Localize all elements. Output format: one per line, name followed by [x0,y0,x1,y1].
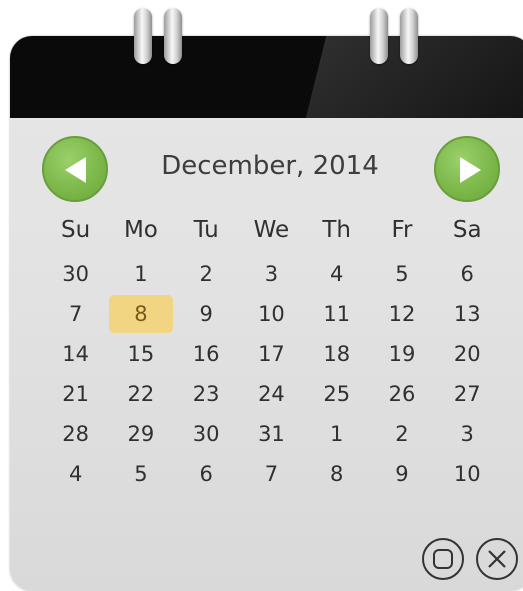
weekday-label: We [253,217,290,243]
triangle-right-icon [460,157,481,183]
day-cell[interactable]: 30 [43,254,108,294]
weekday-label: Su [61,217,91,243]
week-row: 14 15 16 17 18 19 20 [43,334,500,374]
week-row: 28 29 30 31 1 2 3 [43,414,500,454]
day-cell[interactable]: 1 [108,254,173,294]
day-cell[interactable]: 11 [304,294,369,334]
weekday-label: Mo [123,217,158,243]
week-row: 30 1 2 3 4 5 6 [43,254,500,294]
month-title: December, 2014 [161,151,379,181]
today-highlight: 8 [108,295,173,333]
day-cell[interactable]: 6 [174,454,239,494]
day-cell[interactable]: 13 [435,294,500,334]
weekday-label: Fr [391,217,413,243]
day-cell[interactable]: 10 [239,294,304,334]
day-cell[interactable]: 19 [369,334,434,374]
day-cell[interactable]: 17 [239,334,304,374]
day-cell[interactable]: 20 [435,334,500,374]
day-cell[interactable]: 1 [304,414,369,454]
day-cell-today[interactable]: 8 [108,294,173,334]
binder-ring-left-b [164,8,182,64]
calendar-header [10,36,523,118]
day-cell[interactable]: 12 [369,294,434,334]
day-cell[interactable]: 4 [43,454,108,494]
day-cell[interactable]: 25 [304,374,369,414]
weekday-label: Sa [452,217,482,243]
day-cell[interactable]: 16 [174,334,239,374]
day-cell[interactable]: 5 [369,254,434,294]
week-row: 7 8 9 10 11 12 13 [43,294,500,334]
day-cell[interactable]: 3 [239,254,304,294]
day-cell[interactable]: 9 [174,294,239,334]
day-cell[interactable]: 30 [174,414,239,454]
day-cell[interactable]: 28 [43,414,108,454]
restore-icon [433,549,453,569]
restore-button[interactable] [422,538,464,580]
week-row: 21 22 23 24 25 26 27 [43,374,500,414]
day-cell[interactable]: 2 [369,414,434,454]
weekday-label: Tu [193,217,219,243]
day-cell[interactable]: 31 [239,414,304,454]
weekday-header-row: Su Mo Tu We Th Fr Sa [43,210,500,250]
day-cell[interactable]: 4 [304,254,369,294]
calendar-grid: Su Mo Tu We Th Fr Sa 30 1 2 3 4 5 6 7 8 … [43,210,500,494]
binder-ring-left-a [134,8,152,64]
day-cell[interactable]: 15 [108,334,173,374]
day-cell[interactable]: 14 [43,334,108,374]
day-cell[interactable]: 7 [239,454,304,494]
next-month-button[interactable] [434,136,500,202]
day-cell[interactable]: 26 [369,374,434,414]
day-cell[interactable]: 22 [108,374,173,414]
day-cell[interactable]: 5 [108,454,173,494]
day-cell[interactable]: 2 [174,254,239,294]
day-cell[interactable]: 24 [239,374,304,414]
triangle-left-icon [65,157,86,183]
weekday-label: Th [322,217,352,243]
day-cell[interactable]: 9 [369,454,434,494]
day-cell[interactable]: 7 [43,294,108,334]
binder-ring-right-a [370,8,388,64]
binder-ring-right-b [400,8,418,64]
day-cell[interactable]: 29 [108,414,173,454]
day-cell[interactable]: 3 [435,414,500,454]
day-cell[interactable]: 27 [435,374,500,414]
day-cell[interactable]: 6 [435,254,500,294]
day-cell[interactable]: 8 [304,454,369,494]
close-icon [488,550,506,568]
week-row: 4 5 6 7 8 9 10 [43,454,500,494]
day-cell[interactable]: 23 [174,374,239,414]
day-cell[interactable]: 10 [435,454,500,494]
day-cell[interactable]: 21 [43,374,108,414]
day-cell[interactable]: 18 [304,334,369,374]
previous-month-button[interactable] [42,136,108,202]
close-button[interactable] [476,538,518,580]
